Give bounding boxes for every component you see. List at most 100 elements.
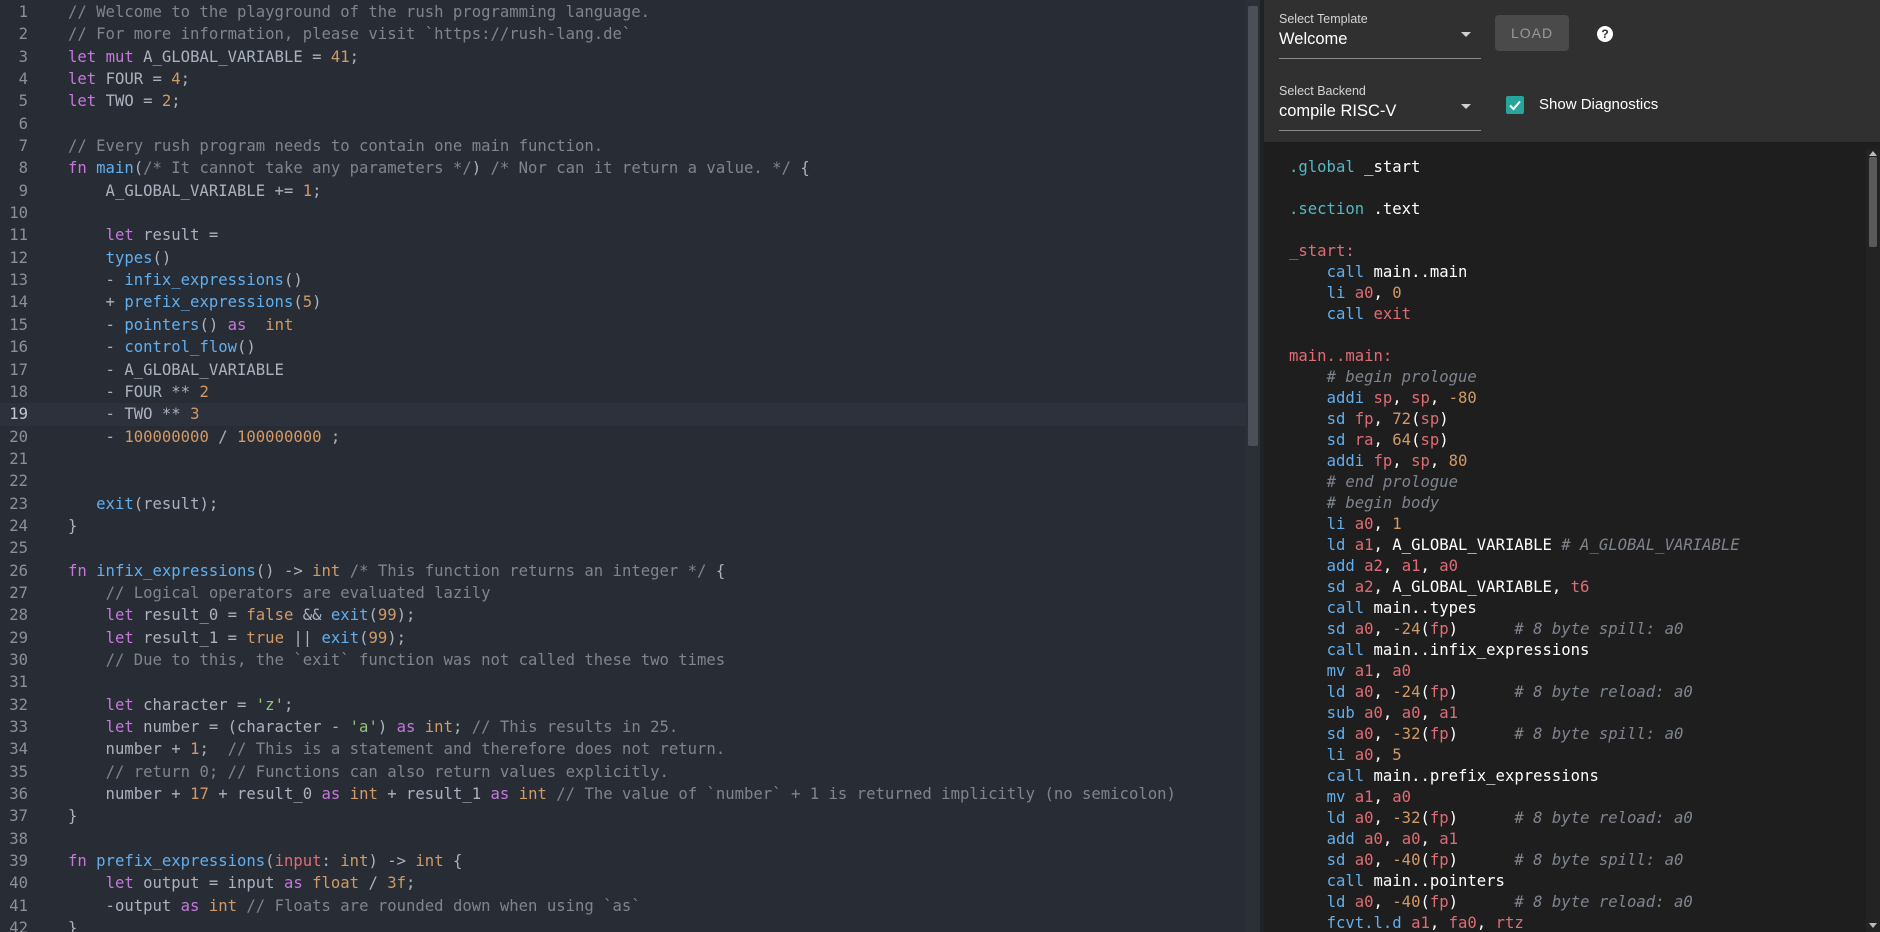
line-code: let number = (character - 'a') as int; /… (68, 716, 679, 738)
code-token: A_GLOBAL_VARIABLE += (68, 181, 303, 200)
code-editor[interactable]: 1 // Welcome to the playground of the rus… (0, 0, 1246, 932)
editor-line[interactable]: 28 let result_0 = false && exit(99); (0, 604, 1246, 626)
editor-line[interactable]: 32 let character = 'z'; (0, 694, 1246, 716)
scroll-up-icon[interactable] (1869, 151, 1877, 156)
editor-line[interactable]: 23 exit(result); (0, 493, 1246, 515)
asm-token (1289, 809, 1327, 827)
line-code: let TWO = 2; (68, 90, 181, 112)
output-scrollbar[interactable] (1866, 149, 1880, 932)
editor-line[interactable]: 27 // Logical operators are evaluated la… (0, 582, 1246, 604)
asm-token: , A_GLOBAL_VARIABLE, (1373, 578, 1571, 596)
asm-token: # A_GLOBAL_VARIABLE (1561, 536, 1740, 554)
editor-line[interactable]: 13 - infix_expressions() (0, 269, 1246, 291)
editor-line[interactable]: 31 (0, 671, 1246, 693)
chevron-down-icon (1461, 32, 1471, 37)
assembly-line: sd a2, A_GLOBAL_VARIABLE, t6 (1289, 577, 1740, 598)
asm-token: -80 (1448, 389, 1477, 407)
editor-line[interactable]: 39 fn prefix_expressions(input: int) -> i… (0, 850, 1246, 872)
editor-line[interactable]: 4 let FOUR = 4; (0, 68, 1246, 90)
editor-line[interactable]: 3 let mut A_GLOBAL_VARIABLE = 41; (0, 46, 1246, 68)
editor-line[interactable]: 12 types() (0, 247, 1246, 269)
editor-scroll-thumb[interactable] (1248, 6, 1258, 446)
asm-token: 0 (1392, 284, 1402, 302)
editor-line[interactable]: 25 (0, 537, 1246, 559)
assembly-output[interactable]: .global _start .section .text _start: ca… (1264, 149, 1866, 932)
code-token: 3f (387, 874, 407, 893)
editor-line[interactable]: 9 A_GLOBAL_VARIABLE += 1; (0, 180, 1246, 202)
code-token: { (706, 561, 726, 580)
show-diagnostics-checkbox[interactable] (1506, 96, 1524, 114)
line-number: 7 (18, 137, 28, 156)
editor-line[interactable]: 18 - FOUR ** 2 (0, 381, 1246, 403)
scroll-down-icon[interactable] (1869, 923, 1877, 928)
editor-line[interactable]: 30 // Due to this, the `exit` function w… (0, 649, 1246, 671)
assembly-line: addi fp, sp, 80 (1289, 451, 1740, 472)
line-code: - A_GLOBAL_VARIABLE (68, 359, 284, 381)
editor-line[interactable]: 7 // Every rush program needs to contain … (0, 135, 1246, 157)
asm-token: ( (1420, 620, 1430, 638)
code-token: let (68, 92, 106, 111)
code-token: pointers (124, 315, 200, 334)
backend-select[interactable]: Select Backend compile RISC-V (1279, 84, 1481, 131)
code-token: TWO = (105, 92, 162, 111)
asm-token: # 8 byte reload: a0 (1514, 683, 1693, 701)
code-token: // Every rush program needs to contain o… (68, 137, 604, 156)
assembly-line: li a0, 0 (1289, 283, 1740, 304)
output-scroll-thumb[interactable] (1869, 157, 1877, 247)
line-code: number + 17 + result_0 as int + result_1… (68, 783, 1176, 805)
code-token: ); (396, 606, 416, 625)
editor-line[interactable]: 40 let output = input as float / 3f; (0, 872, 1246, 894)
template-select[interactable]: Select Template Welcome (1279, 12, 1481, 59)
show-diagnostics-label[interactable]: Show Diagnostics (1539, 96, 1658, 114)
line-number: 33 (9, 718, 28, 736)
editor-line[interactable]: 34 number + 1; // This is a statement an… (0, 738, 1246, 760)
editor-line[interactable]: 5 let TWO = 2; (0, 90, 1246, 112)
editor-line[interactable]: 8 fn main(/* It cannot take any parameter… (0, 157, 1246, 179)
editor-line[interactable]: 24} (0, 515, 1246, 537)
help-icon[interactable]: ? (1597, 26, 1613, 42)
assembly-line: sd ra, 64(sp) (1289, 430, 1740, 451)
editor-line[interactable]: 37} (0, 805, 1246, 827)
assembly-line: sub a0, a0, a1 (1289, 703, 1740, 724)
editor-line[interactable]: 21 (0, 448, 1246, 470)
load-button[interactable]: LOAD (1495, 15, 1569, 51)
editor-line[interactable]: 20 - 100000000 / 100000000 ; (0, 426, 1246, 448)
asm-token (1289, 851, 1327, 869)
code-token: ); (387, 628, 407, 647)
code-token: 100000000 (237, 427, 322, 446)
editor-line[interactable]: 11 let result = (0, 224, 1246, 246)
asm-token (1345, 788, 1354, 806)
line-code: -output as int // Floats are rounded dow… (68, 895, 641, 917)
editor-line[interactable]: 17 - A_GLOBAL_VARIABLE (0, 359, 1246, 381)
editor-line[interactable]: 16 - control_flow() (0, 336, 1246, 358)
asm-token: a0 (1354, 620, 1374, 638)
editor-line[interactable]: 14 + prefix_expressions(5) (0, 291, 1246, 313)
editor-line[interactable]: 29 let result_1 = true || exit(99); (0, 627, 1246, 649)
assembly-line: sd a0, -40(fp) # 8 byte spill: a0 (1289, 850, 1740, 871)
asm-token: a0 (1364, 704, 1383, 722)
code-token: ; (283, 695, 294, 714)
editor-line[interactable]: 15 - pointers() as int (0, 314, 1246, 336)
editor-line[interactable]: 26 fn infix_expressions() -> int /* This … (0, 560, 1246, 582)
editor-line[interactable]: 38 (0, 828, 1246, 850)
editor-line[interactable]: 41 -output as int // Floats are rounded … (0, 895, 1246, 917)
line-code: // For more information, please visit `h… (68, 23, 631, 45)
code-token: int (349, 785, 378, 804)
editor-line[interactable]: 36 number + 17 + result_0 as int + resul… (0, 783, 1246, 805)
line-code: } (68, 917, 77, 932)
editor-line[interactable]: 6 (0, 113, 1246, 135)
asm-token (1289, 767, 1327, 785)
editor-line[interactable]: 33 let number = (character - 'a') as int… (0, 716, 1246, 738)
editor-line[interactable]: 10 (0, 202, 1246, 224)
asm-token: fp (1373, 452, 1393, 470)
editor-line[interactable]: 22 (0, 470, 1246, 492)
editor-line[interactable]: 19 - TWO ** 3 (0, 403, 1246, 426)
editor-line[interactable]: 2 // For more information, please visit `… (0, 23, 1246, 45)
asm-token: a0 (1354, 746, 1374, 764)
asm-token: a1 (1354, 788, 1374, 806)
editor-line[interactable]: 42} (0, 917, 1246, 932)
assembly-line: call main..pointers (1289, 871, 1740, 892)
editor-line[interactable]: 1 // Welcome to the playground of the rus… (0, 1, 1246, 23)
asm-token (1289, 557, 1327, 575)
editor-line[interactable]: 35 // return 0; // Functions can also re… (0, 761, 1246, 783)
